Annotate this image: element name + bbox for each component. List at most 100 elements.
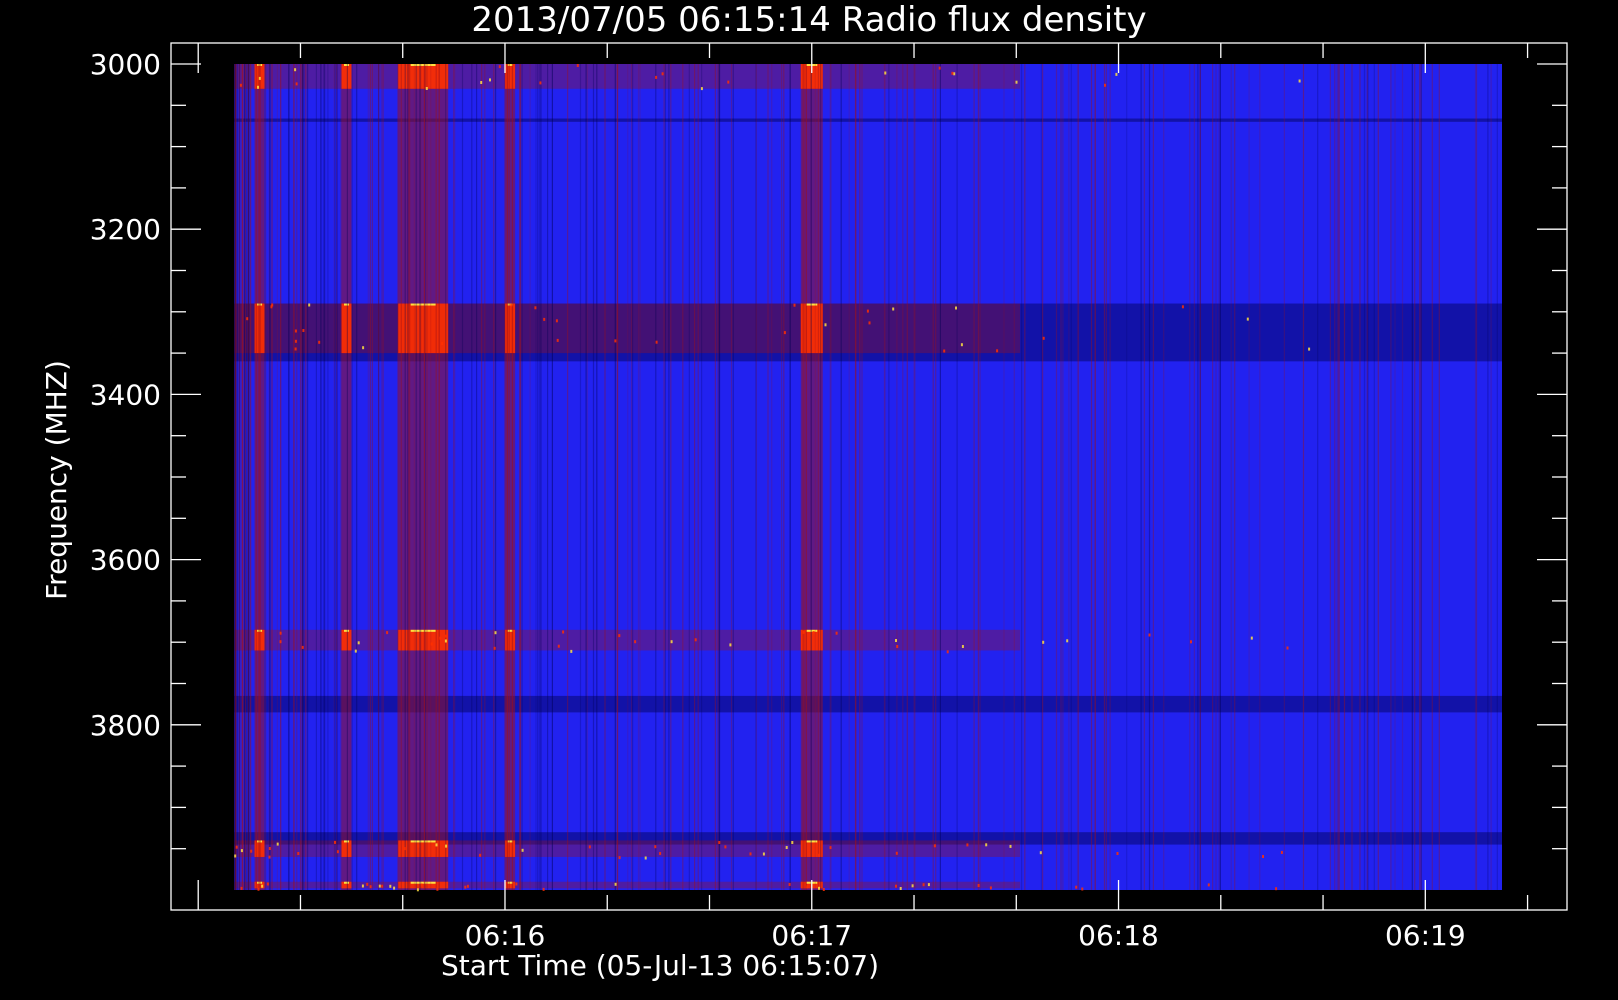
speckle-line <box>1431 64 1433 890</box>
speckle-line <box>1373 64 1375 890</box>
speckle-dot <box>439 636 442 640</box>
speckle-dot <box>895 851 898 855</box>
speckle-line <box>888 64 890 890</box>
speckle-dot <box>543 317 546 321</box>
speckle-line <box>1219 64 1221 890</box>
speckle-dot <box>542 887 545 891</box>
speckle-line <box>1143 64 1145 890</box>
speckle-line <box>1394 64 1396 890</box>
burst-hotspot <box>341 64 352 89</box>
speckle-line <box>1359 64 1361 890</box>
speckle-dot <box>493 646 496 650</box>
speckle-line <box>369 64 371 890</box>
speckle-dot <box>362 346 365 350</box>
speckle-dot <box>357 641 360 645</box>
speckle-dot <box>445 844 448 848</box>
spectrogram-image <box>234 64 1502 892</box>
speckle-line <box>1060 64 1062 890</box>
speckle-dot <box>1275 887 1278 891</box>
speckle-dot <box>1116 852 1119 855</box>
speckle-line <box>381 64 383 890</box>
speckle-line <box>493 64 495 890</box>
y-tick-label: 3600 <box>90 544 161 577</box>
x-tick-label: 06:18 <box>1078 919 1159 952</box>
speckle-line <box>1013 64 1015 890</box>
speckle-dot <box>1015 80 1018 84</box>
speckle-line <box>829 64 831 890</box>
speckle-line <box>280 64 282 890</box>
speckle-line <box>670 64 672 890</box>
speckle-line <box>476 64 478 890</box>
speckle-dot <box>783 331 786 335</box>
speckle-dot <box>618 634 621 638</box>
speckle-dot <box>835 631 838 635</box>
speckle-line <box>324 64 326 890</box>
speckle-dot <box>634 640 637 644</box>
speckle-line <box>1390 64 1392 890</box>
speckle-line <box>664 64 666 890</box>
speckle-dot <box>1009 844 1012 848</box>
speckle-line <box>783 64 785 890</box>
speckle-line <box>655 64 657 890</box>
speckle-dot <box>294 347 297 351</box>
speckle-line <box>1317 64 1319 890</box>
speckle-dot <box>1250 636 1253 640</box>
speckle-line <box>378 64 380 890</box>
speckle-line <box>265 64 267 890</box>
speckle-line <box>240 64 242 890</box>
speckle-dot <box>1042 640 1045 644</box>
speckle-line <box>551 64 553 890</box>
speckle-line <box>305 64 307 890</box>
speckle-dot <box>933 844 936 848</box>
speckle-line <box>293 64 295 890</box>
speckle-line <box>592 64 595 890</box>
speckle-line <box>413 64 415 890</box>
y-tick-label: 3400 <box>90 378 161 411</box>
speckle-line <box>596 64 598 890</box>
speckle-dot <box>466 884 469 888</box>
speckle-dot <box>961 645 964 648</box>
speckle-line <box>1077 64 1079 890</box>
speckle-line <box>1351 64 1353 890</box>
speckle-line <box>567 64 569 890</box>
speckle-dot <box>301 645 304 649</box>
speckle-dot <box>1148 633 1151 637</box>
speckle-dot <box>818 886 820 890</box>
speckle-line <box>335 64 338 890</box>
speckle-dot <box>444 634 447 638</box>
speckle-dot <box>985 843 988 847</box>
speckle-line <box>529 64 531 890</box>
speckle-dot <box>700 87 703 91</box>
speckle-dot <box>294 329 297 333</box>
y-axis-label: Frequency (MHZ) <box>40 360 73 600</box>
speckle-dot <box>270 305 273 309</box>
speckle-line <box>302 64 304 890</box>
speckle-dot <box>943 349 946 353</box>
speckle-dot <box>425 87 428 90</box>
speckle-line <box>1377 64 1379 890</box>
speckle-dot <box>297 852 300 855</box>
speckle-line <box>1021 64 1023 890</box>
speckle-dot <box>977 884 980 887</box>
speckle-dot <box>239 83 242 87</box>
speckle-dot <box>892 307 895 311</box>
speckle-dot <box>318 340 321 344</box>
speckle-line <box>1218 64 1220 890</box>
speckle-line <box>236 64 238 890</box>
speckle-line <box>234 64 236 890</box>
speckle-dot <box>235 845 238 849</box>
speckle-dot <box>868 321 871 325</box>
speckle-line <box>1401 64 1404 890</box>
x-tick-label: 06:16 <box>465 919 546 952</box>
speckle-line <box>1419 64 1421 890</box>
speckle-dot <box>895 884 897 888</box>
speckle-dot <box>279 640 282 644</box>
speckle-line <box>979 64 981 890</box>
speckle-dot <box>389 884 392 888</box>
speckle-line <box>1199 64 1201 890</box>
speckle-dot <box>1286 646 1289 650</box>
speckle-dot <box>403 847 406 851</box>
speckle-dot <box>555 319 558 323</box>
speckle-line <box>445 64 447 890</box>
speckle-dot <box>494 631 497 635</box>
